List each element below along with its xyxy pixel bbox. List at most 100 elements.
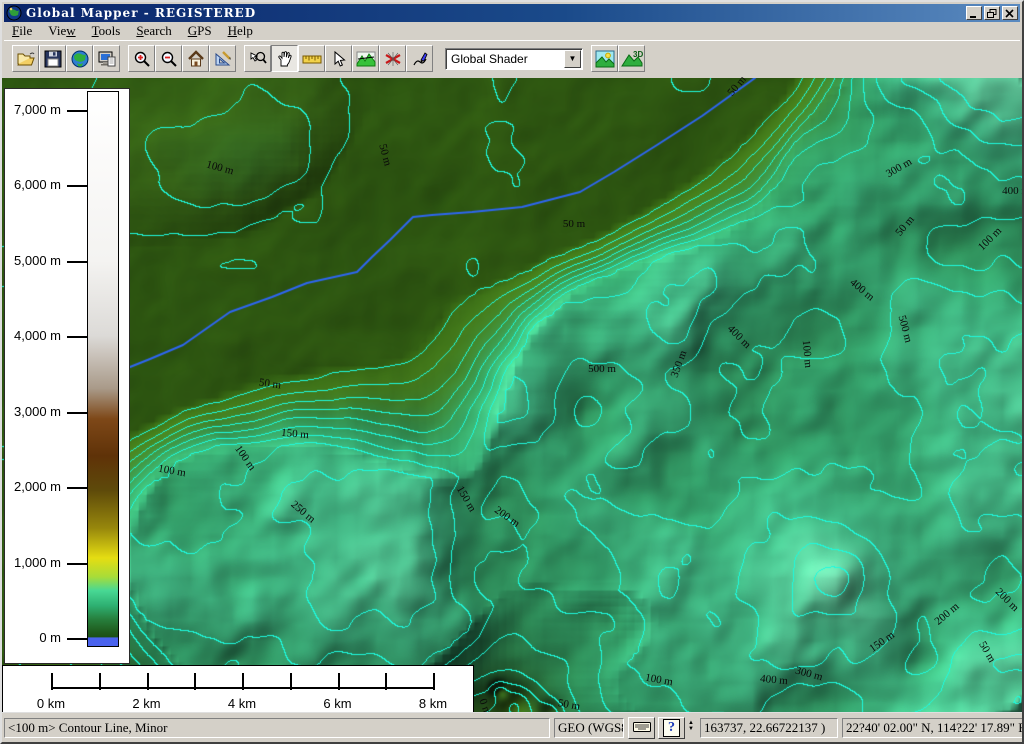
legend-tick bbox=[67, 638, 87, 640]
menu-tools[interactable]: Tools bbox=[84, 22, 129, 40]
spin-down-icon: ▼ bbox=[688, 727, 694, 732]
help-icon: ? bbox=[663, 719, 680, 737]
scale-tick bbox=[147, 673, 149, 690]
hand-icon bbox=[276, 50, 294, 68]
menu-gps[interactable]: GPS bbox=[180, 22, 220, 40]
menu-file[interactable]: File bbox=[4, 22, 40, 40]
restore-button[interactable] bbox=[984, 6, 1000, 20]
legend-tick bbox=[67, 412, 87, 414]
toolbar: Global Shader ▼ 3D bbox=[4, 40, 1020, 76]
close-button[interactable] bbox=[1002, 6, 1018, 20]
legend-label: 5,000 m bbox=[14, 253, 61, 268]
legend-tick bbox=[67, 261, 87, 263]
arrow-icon bbox=[330, 50, 348, 68]
menu-bar: FileViewToolsSearchGPSHelp bbox=[4, 22, 1020, 40]
legend-label: 4,000 m bbox=[14, 328, 61, 343]
path-profile-button[interactable] bbox=[352, 45, 379, 72]
ruler-icon bbox=[302, 51, 322, 67]
legend-label: 3,000 m bbox=[14, 404, 61, 419]
legend-tick bbox=[67, 185, 87, 187]
zoom-out-button[interactable] bbox=[155, 45, 182, 72]
floppy-icon bbox=[44, 50, 62, 68]
menu-help[interactable]: Help bbox=[220, 22, 261, 40]
svg-text:3D: 3D bbox=[633, 50, 643, 59]
shader-options-button[interactable] bbox=[591, 45, 618, 72]
map-view[interactable]: 50 m100 m50 m50 m50 m150 m100 m100 m250 … bbox=[2, 78, 1024, 716]
legend-tick bbox=[67, 336, 87, 338]
scale-tick bbox=[290, 673, 292, 690]
full-view-button[interactable] bbox=[182, 45, 209, 72]
save-workspace-button[interactable] bbox=[39, 45, 66, 72]
scale-tick bbox=[99, 673, 101, 690]
legend-label: 7,000 m bbox=[14, 102, 61, 117]
picture-icon bbox=[595, 50, 615, 68]
magnifier-icon bbox=[249, 50, 267, 68]
toolbar-group-2 bbox=[244, 45, 433, 72]
world-data-button[interactable] bbox=[66, 45, 93, 72]
legend-label: 6,000 m bbox=[14, 177, 61, 192]
scale-tick bbox=[433, 673, 435, 690]
elevation-legend: 7,000 m 6,000 m 5,000 m 4,000 m 3,000 m 2,000… bbox=[4, 88, 130, 664]
scale-tick bbox=[338, 673, 340, 690]
distance-scale-bar: 0 km2 km4 km6 km8 km bbox=[2, 665, 474, 716]
threed-icon: 3D bbox=[621, 50, 643, 68]
zoom-out-icon bbox=[160, 50, 178, 68]
redx-icon bbox=[384, 50, 402, 68]
minimize-button[interactable] bbox=[966, 6, 982, 20]
capture-screen-button[interactable] bbox=[93, 45, 120, 72]
feature-info-panel: <100 m> Contour Line, Minor bbox=[4, 718, 550, 738]
house-icon bbox=[187, 50, 205, 68]
zoom-tool-button[interactable] bbox=[244, 45, 271, 72]
keyboard-button[interactable] bbox=[628, 717, 655, 739]
scale-tick bbox=[242, 673, 244, 690]
folder-open-icon bbox=[16, 50, 36, 68]
shader-dropdown-value: Global Shader bbox=[451, 52, 528, 66]
pick-tool-button[interactable] bbox=[325, 45, 352, 72]
window-controls bbox=[966, 6, 1018, 20]
drafting-tool-button[interactable] bbox=[209, 45, 236, 72]
shader-dropdown[interactable]: Global Shader ▼ bbox=[445, 48, 583, 70]
scale-label: 0 km bbox=[37, 696, 65, 711]
open-file-button[interactable] bbox=[12, 45, 39, 72]
help-button[interactable]: ? bbox=[658, 717, 685, 739]
view-shed-button[interactable] bbox=[379, 45, 406, 72]
scale-tick bbox=[194, 673, 196, 690]
measure-tool-button[interactable] bbox=[298, 45, 325, 72]
globe-icon bbox=[71, 50, 89, 68]
menu-view[interactable]: View bbox=[40, 22, 83, 40]
legend-label: 2,000 m bbox=[14, 479, 61, 494]
legend-tick bbox=[67, 563, 87, 565]
elevation-gradient-bar bbox=[87, 91, 119, 647]
map-canvas[interactable] bbox=[2, 78, 1024, 716]
legend-tick bbox=[67, 487, 87, 489]
pen-icon bbox=[411, 50, 429, 68]
window-title: Global Mapper - REGISTERED bbox=[26, 6, 256, 20]
monitor-icon bbox=[97, 50, 117, 68]
keyboard-icon bbox=[633, 721, 651, 736]
digitizer-tool-button[interactable] bbox=[406, 45, 433, 72]
profile-icon bbox=[356, 50, 376, 68]
toolbar-group-1 bbox=[128, 45, 236, 72]
legend-label: 1,000 m bbox=[14, 555, 61, 570]
projection-panel: GEO (WGS8 bbox=[554, 718, 624, 738]
scale-tick bbox=[51, 673, 53, 690]
toolbar-group-3: 3D bbox=[591, 45, 645, 72]
global-mapper-window: Global Mapper - REGISTERED FileViewTools… bbox=[0, 0, 1024, 744]
latlon-coords-panel: 22?40' 02.00" N, 114?22' 17.89" E bbox=[842, 718, 1024, 738]
scale-label: 8 km bbox=[419, 696, 447, 711]
drafting-icon bbox=[214, 50, 232, 68]
legend-tick bbox=[67, 110, 87, 112]
zoom-in-icon bbox=[133, 50, 151, 68]
3d-view-button[interactable]: 3D bbox=[618, 45, 645, 72]
menu-search[interactable]: Search bbox=[128, 22, 179, 40]
coordinate-spinner[interactable]: ▲▼ bbox=[688, 721, 694, 732]
chevron-down-icon[interactable]: ▼ bbox=[564, 50, 581, 68]
status-bar: <100 m> Contour Line, Minor GEO (WGS8 ? … bbox=[2, 712, 1024, 742]
pan-tool-button[interactable] bbox=[271, 45, 298, 72]
scale-tick bbox=[385, 673, 387, 690]
map-coords-panel: 163737, 22.66722137 ) bbox=[700, 718, 838, 738]
title-bar: Global Mapper - REGISTERED bbox=[4, 4, 1020, 22]
zoom-in-button[interactable] bbox=[128, 45, 155, 72]
scale-label: 6 km bbox=[323, 696, 351, 711]
app-icon bbox=[6, 5, 22, 21]
